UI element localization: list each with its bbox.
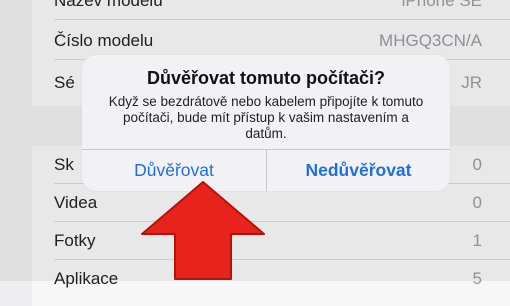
trust-computer-alert: Důvěřovat tomuto počítači? Když se bezdr… [82, 55, 450, 191]
alert-message: Když se bezdrátově nebo kabelem připojít… [108, 94, 424, 141]
red-up-arrow-icon [141, 181, 265, 280]
dont-trust-button[interactable]: Nedůvěřovat [267, 149, 450, 191]
alert-title: Důvěřovat tomuto počítači? [146, 68, 386, 88]
